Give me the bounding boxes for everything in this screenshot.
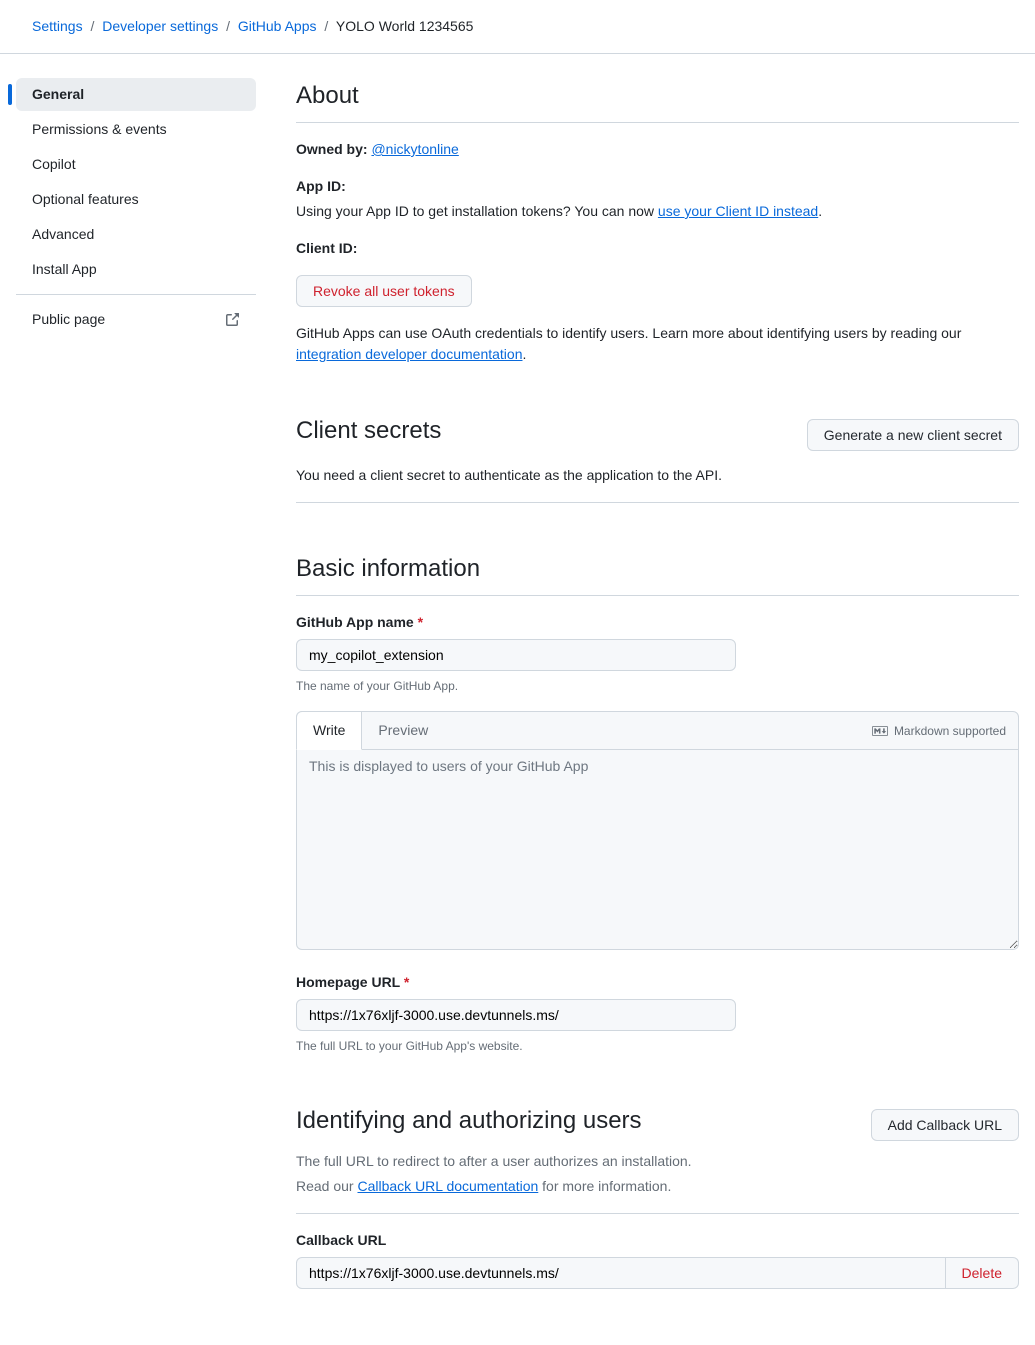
callback-docs-link[interactable]: Callback URL documentation xyxy=(357,1178,538,1194)
breadcrumb-github-apps[interactable]: GitHub Apps xyxy=(238,18,317,34)
description-tabs: Write Preview Markdown supported xyxy=(296,711,1019,750)
client-secrets-section: Client secrets Generate a new client sec… xyxy=(296,413,1019,503)
sidebar-item-label: Install App xyxy=(32,259,97,280)
divider xyxy=(296,502,1019,503)
integration-docs-link[interactable]: integration developer documentation xyxy=(296,346,523,362)
identifying-users-section: Identifying and authorizing users Add Ca… xyxy=(296,1103,1019,1289)
main-content: About Owned by: @nickytonline App ID: Us… xyxy=(272,78,1019,1305)
callback-url-label: Callback URL xyxy=(296,1230,1019,1251)
breadcrumb-sep: / xyxy=(226,18,230,34)
markdown-supported-label: Markdown supported xyxy=(872,722,1018,740)
sidebar-item-label: Copilot xyxy=(32,154,76,175)
app-id-label: App ID: xyxy=(296,178,346,194)
tab-preview[interactable]: Preview xyxy=(362,712,445,749)
sidebar-item-label: Advanced xyxy=(32,224,94,245)
sidebar-item-advanced[interactable]: Advanced xyxy=(16,218,256,251)
breadcrumb-developer-settings[interactable]: Developer settings xyxy=(102,18,218,34)
sidebar-item-optional-features[interactable]: Optional features xyxy=(16,183,256,216)
sidebar-item-label: Optional features xyxy=(32,189,139,210)
identify-note-2: Read our Callback URL documentation for … xyxy=(296,1176,1019,1197)
app-id-note: Using your App ID to get installation to… xyxy=(296,201,1019,222)
sidebar-item-copilot[interactable]: Copilot xyxy=(16,148,256,181)
sidebar-item-label: Public page xyxy=(32,309,105,330)
sidebar-item-permissions[interactable]: Permissions & events xyxy=(16,113,256,146)
revoke-tokens-button[interactable]: Revoke all user tokens xyxy=(296,275,472,307)
sidebar-item-label: Permissions & events xyxy=(32,119,167,140)
tab-write[interactable]: Write xyxy=(296,711,362,750)
identify-note-1: The full URL to redirect to after a user… xyxy=(296,1151,1019,1172)
callback-url-input[interactable] xyxy=(296,1257,946,1289)
external-link-icon xyxy=(224,312,240,328)
owned-by-label: Owned by: xyxy=(296,141,368,157)
identifying-title: Identifying and authorizing users xyxy=(296,1103,871,1147)
about-section: About Owned by: @nickytonline App ID: Us… xyxy=(296,78,1019,365)
homepage-url-input[interactable] xyxy=(296,999,736,1031)
divider xyxy=(296,1213,1019,1214)
breadcrumb-sep: / xyxy=(90,18,94,34)
sidebar-item-general[interactable]: General xyxy=(16,78,256,111)
oauth-note: GitHub Apps can use OAuth credentials to… xyxy=(296,323,1019,365)
sidebar-divider xyxy=(16,294,256,295)
add-callback-url-button[interactable]: Add Callback URL xyxy=(871,1109,1019,1141)
markdown-icon xyxy=(872,725,888,737)
breadcrumb: Settings / Developer settings / GitHub A… xyxy=(0,0,1035,54)
client-secrets-title: Client secrets xyxy=(296,413,807,457)
app-name-help: The name of your GitHub App. xyxy=(296,677,1019,695)
basic-information-section: Basic information GitHub App name * The … xyxy=(296,551,1019,1055)
breadcrumb-current: YOLO World 1234565 xyxy=(336,18,474,34)
sidebar-item-install-app[interactable]: Install App xyxy=(16,253,256,286)
app-name-input[interactable] xyxy=(296,639,736,671)
breadcrumb-settings[interactable]: Settings xyxy=(32,18,83,34)
basic-info-title: Basic information xyxy=(296,551,1019,596)
homepage-url-help: The full URL to your GitHub App's websit… xyxy=(296,1037,1019,1055)
description-textarea[interactable] xyxy=(296,750,1019,950)
client-id-instead-link[interactable]: use your Client ID instead xyxy=(658,203,818,219)
delete-callback-button[interactable]: Delete xyxy=(946,1257,1019,1289)
client-secrets-note: You need a client secret to authenticate… xyxy=(296,465,1019,486)
breadcrumb-sep: / xyxy=(324,18,328,34)
about-title: About xyxy=(296,78,1019,123)
sidebar-item-label: General xyxy=(32,84,84,105)
app-name-label: GitHub App name * xyxy=(296,612,1019,633)
sidebar: General Permissions & events Copilot Opt… xyxy=(16,78,272,1305)
sidebar-item-public-page[interactable]: Public page xyxy=(16,303,256,336)
homepage-url-label: Homepage URL * xyxy=(296,972,1019,993)
client-id-label: Client ID: xyxy=(296,240,357,256)
owned-by-user-link[interactable]: @nickytonline xyxy=(371,141,458,157)
generate-client-secret-button[interactable]: Generate a new client secret xyxy=(807,419,1019,451)
